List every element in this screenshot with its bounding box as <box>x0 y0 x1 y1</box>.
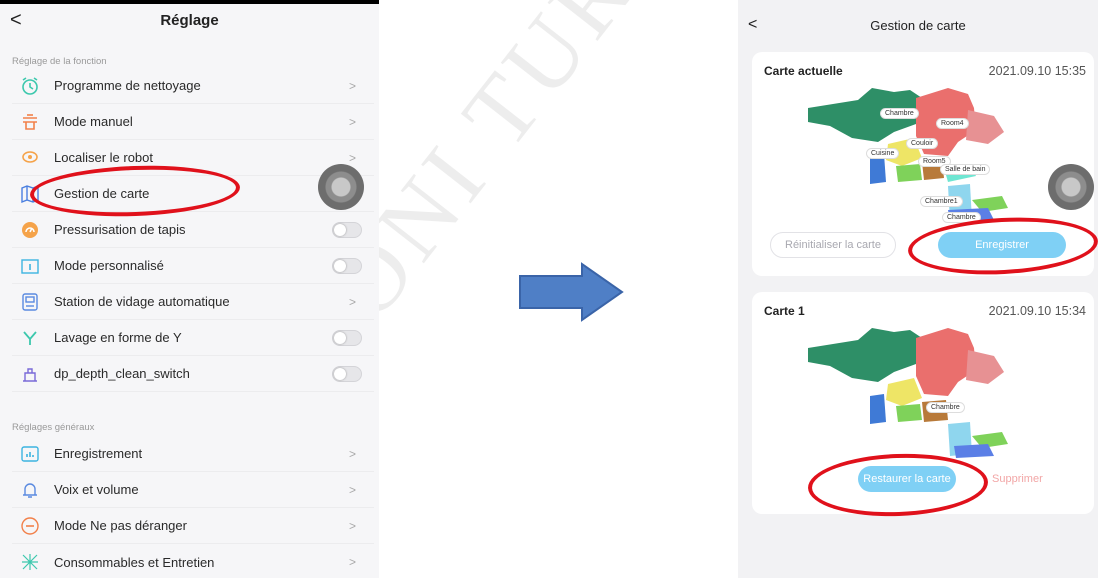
page-title: Gestion de carte <box>870 18 966 33</box>
map-name: Carte 1 <box>764 304 805 318</box>
map-name: Carte actuelle <box>764 64 843 78</box>
row-label: Pressurisation de tapis <box>54 222 186 237</box>
assistive-touch-button[interactable] <box>1048 164 1094 210</box>
custom-mode-icon <box>18 254 42 278</box>
chevron-right-icon: > <box>348 294 356 309</box>
settings-row-y-mop[interactable]: Lavage en forme de Y <box>12 320 374 356</box>
settings-row-recording[interactable]: Enregistrement > <box>12 436 374 472</box>
row-label: Mode manuel <box>54 114 133 129</box>
chevron-right-icon: > <box>348 78 356 93</box>
room-label: Chambre <box>926 402 965 413</box>
consumables-icon <box>18 550 42 574</box>
chevron-right-icon: > <box>348 555 356 569</box>
settings-row-voice-volume[interactable]: Voix et volume > <box>12 472 374 508</box>
record-icon <box>18 442 42 466</box>
settings-header: < Réglage <box>0 4 379 40</box>
row-label: Lavage en forme de Y <box>54 330 182 345</box>
section-header-function: Réglage de la fonction <box>12 56 107 67</box>
map-date: 2021.09.10 15:34 <box>988 304 1086 318</box>
row-label: dp_depth_clean_switch <box>54 366 190 381</box>
assistive-touch-button[interactable] <box>318 164 364 210</box>
chevron-right-icon: > <box>348 446 356 461</box>
depth-clean-toggle[interactable] <box>332 365 362 382</box>
settings-row-custom-mode[interactable]: Mode personnalisé <box>12 248 374 284</box>
row-label: Station de vidage automatique <box>54 294 230 309</box>
reset-map-button[interactable]: Réinitialiser la carte <box>770 232 896 258</box>
room-label: Salle de bain <box>940 164 991 175</box>
y-mop-toggle[interactable] <box>332 329 362 346</box>
manual-mode-icon <box>18 110 42 134</box>
current-map-image <box>808 88 1008 222</box>
row-label: Consommables et Entretien <box>54 554 215 570</box>
chevron-right-icon: > <box>348 150 356 165</box>
location-pin-icon <box>18 146 42 170</box>
settings-row-depth-clean[interactable]: dp_depth_clean_switch <box>12 356 374 392</box>
settings-row-carpet-boost[interactable]: Pressurisation de tapis <box>12 212 374 248</box>
map-management-screen: HONI TURE < Gestion de carte Carte actue… <box>738 0 1098 578</box>
room-label: Room4 <box>936 118 969 129</box>
carpet-boost-icon <box>18 218 42 242</box>
carpet-boost-toggle[interactable] <box>332 221 362 238</box>
settings-row-cleaning-schedule[interactable]: Programme de nettoyage > <box>12 68 374 104</box>
depth-clean-icon <box>18 362 42 386</box>
right-arrow-icon <box>519 262 624 322</box>
custom-mode-toggle[interactable] <box>332 257 362 274</box>
row-label: Localiser le robot <box>54 150 153 165</box>
room-label: Couloir <box>906 138 939 149</box>
settings-row-consumables[interactable]: Consommables et Entretien > <box>12 544 374 578</box>
row-label: Programme de nettoyage <box>54 78 201 93</box>
chevron-right-icon: > <box>348 114 356 129</box>
room-label: Chambre1 <box>920 196 963 207</box>
room-label: Chambre <box>880 108 919 119</box>
row-label: Mode Ne pas déranger <box>54 518 187 533</box>
chevron-right-icon: > <box>348 482 356 497</box>
clock-icon <box>18 74 42 98</box>
y-path-icon <box>18 326 42 350</box>
section-header-general: Réglages généraux <box>12 422 95 433</box>
do-not-disturb-icon <box>18 514 42 538</box>
delete-map-button[interactable]: Supprimer <box>992 473 1043 485</box>
settings-row-do-not-disturb[interactable]: Mode Ne pas déranger > <box>12 508 374 544</box>
dock-station-icon <box>18 290 42 314</box>
map-date: 2021.09.10 15:35 <box>988 64 1086 78</box>
composite-figure: HONI TURE < Réglage Réglage de la foncti… <box>0 0 1098 578</box>
settings-row-manual-mode[interactable]: Mode manuel > <box>12 104 374 140</box>
row-label: Mode personnalisé <box>54 258 164 273</box>
chevron-right-icon: > <box>348 518 356 533</box>
row-label: Enregistrement <box>54 446 143 461</box>
room-label: Cuisine <box>866 148 900 159</box>
settings-screen: < Réglage Réglage de la fonction Program… <box>0 0 379 578</box>
saved-map-image <box>808 328 1008 458</box>
bell-icon <box>18 478 42 502</box>
page-title: Réglage <box>160 12 219 29</box>
row-label: Voix et volume <box>54 482 139 497</box>
map-header: < Gestion de carte <box>738 0 1098 40</box>
settings-row-auto-empty-station[interactable]: Station de vidage automatique > <box>12 284 374 320</box>
